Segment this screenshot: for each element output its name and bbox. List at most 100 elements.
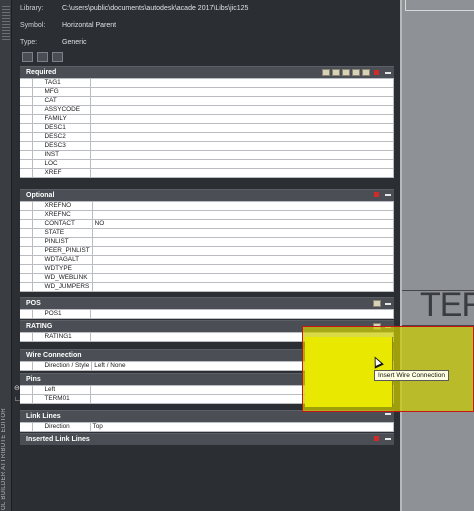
attribute-value-cell[interactable] [89, 96, 394, 106]
attribute-value-cell[interactable] [91, 237, 395, 247]
attribute-value-cell[interactable] [89, 309, 394, 319]
attribute-name-cell[interactable]: RATING1 [31, 332, 91, 342]
attribute-name-cell[interactable]: DESC3 [31, 141, 91, 151]
table-row[interactable]: WD_JUMPERS [20, 282, 395, 292]
attribute-value-cell[interactable] [91, 282, 395, 292]
table-row[interactable]: POS1 [20, 309, 394, 319]
attribute-name-cell[interactable]: WD_JUMPERS [31, 282, 93, 292]
pin-bracket-icon[interactable]: ∟ [14, 395, 21, 404]
symbol-tool-icon[interactable] [37, 52, 48, 62]
attribute-name-cell[interactable]: DESC2 [31, 132, 91, 142]
attribute-value-cell[interactable] [89, 105, 394, 115]
inserted-link-lines-header[interactable]: Inserted Link Lines [20, 433, 394, 445]
drawing-canvas[interactable]: TER [400, 0, 474, 511]
delete-icon[interactable] [374, 70, 379, 75]
collapse-icon[interactable] [385, 437, 391, 440]
settings-tool-icon[interactable] [52, 52, 63, 62]
attribute-name-cell[interactable]: DESC1 [31, 123, 91, 133]
attribute-name-cell[interactable]: POS1 [31, 309, 91, 319]
attribute-name-cell[interactable]: Direction [31, 422, 91, 432]
attribute-value-cell[interactable] [91, 273, 395, 283]
row-gutter [20, 210, 33, 220]
table-row[interactable]: CAT [20, 96, 394, 106]
table-row[interactable]: PINLIST [20, 237, 395, 247]
attribute-name-cell[interactable]: TAG1 [31, 78, 91, 88]
table-row[interactable]: DESC2 [20, 132, 394, 142]
attribute-name-cell[interactable]: TERM01 [31, 394, 91, 404]
table-row[interactable]: STATE [20, 228, 395, 238]
attribute-value-cell[interactable] [91, 210, 395, 220]
attribute-value-cell[interactable] [91, 264, 395, 274]
table-row[interactable]: Direction Top [20, 422, 394, 432]
table-row[interactable]: CONTACT NO [20, 219, 395, 229]
table-row[interactable]: FAMILY [20, 114, 394, 124]
attribute-tool-icon[interactable] [22, 52, 33, 62]
pin-circle-icon[interactable]: ⊖ [14, 384, 21, 393]
optional-header[interactable]: Optional [20, 189, 394, 201]
table-row[interactable]: WDTYPE [20, 264, 395, 274]
table-row[interactable]: DESC3 [20, 141, 394, 151]
attribute-name-cell[interactable]: CONTACT [31, 219, 93, 229]
attribute-value-cell[interactable] [91, 246, 395, 256]
table-row[interactable]: ASSYCODE [20, 105, 394, 115]
table-row[interactable]: MFG [20, 87, 394, 97]
delete-icon[interactable] [374, 192, 379, 197]
insert-attribute-4-icon[interactable] [352, 69, 360, 76]
attribute-value-cell[interactable] [89, 132, 394, 142]
attribute-name-cell[interactable]: WD_WEBLINK [31, 273, 93, 283]
attribute-name-cell[interactable]: INST [31, 150, 91, 160]
collapse-icon[interactable] [385, 193, 391, 196]
table-row[interactable]: DESC1 [20, 123, 394, 133]
attribute-name-cell[interactable]: WDTAGALT [31, 255, 93, 265]
collapse-icon[interactable] [385, 71, 391, 74]
attribute-value-cell[interactable] [91, 228, 395, 238]
table-row[interactable]: XREF [20, 168, 394, 178]
side-panel-strip[interactable]: OL BUILDER ATTRIBUTE EDITOR [0, 0, 12, 511]
collapse-icon[interactable] [385, 413, 391, 415]
attribute-name-cell[interactable]: MFG [31, 87, 91, 97]
attribute-value-cell[interactable] [89, 114, 394, 124]
insert-attribute-2-icon[interactable] [332, 69, 340, 76]
table-row[interactable]: INST [20, 150, 394, 160]
delete-icon[interactable] [374, 436, 379, 441]
insert-attribute-icon[interactable] [322, 69, 330, 76]
attribute-name-cell[interactable]: PEER_PINLIST [31, 246, 93, 256]
table-row[interactable]: LOC [20, 159, 394, 169]
table-row[interactable]: XREFNO [20, 201, 395, 211]
attribute-value-cell[interactable] [89, 123, 394, 133]
insert-attribute-5-icon[interactable] [362, 69, 370, 76]
table-row[interactable]: WDTAGALT [20, 255, 395, 265]
attribute-name-cell[interactable]: Direction / Style [31, 361, 93, 371]
attribute-value-cell[interactable] [91, 201, 395, 211]
attribute-value-cell[interactable] [89, 87, 394, 97]
attribute-value-cell[interactable] [89, 150, 394, 160]
attribute-name-cell[interactable]: ASSYCODE [31, 105, 91, 115]
attribute-value-cell[interactable]: NO [91, 219, 395, 229]
attribute-name-cell[interactable]: XREFNO [31, 201, 93, 211]
attribute-value-cell[interactable] [91, 255, 395, 265]
required-header[interactable]: Required [20, 66, 394, 78]
attribute-value-cell[interactable] [89, 159, 394, 169]
attribute-name-cell[interactable]: FAMILY [31, 114, 91, 124]
table-row[interactable]: XREFNC [20, 210, 395, 220]
attribute-value-cell[interactable]: Top [89, 422, 394, 432]
insert-attribute-icon[interactable] [373, 300, 381, 307]
attribute-name-cell[interactable]: PINLIST [31, 237, 93, 247]
attribute-name-cell[interactable]: XREF [31, 168, 91, 178]
attribute-name-cell[interactable]: XREFNC [31, 210, 93, 220]
attribute-name-cell[interactable]: CAT [31, 96, 91, 106]
attribute-value-cell[interactable] [89, 141, 394, 151]
collapse-icon[interactable] [385, 302, 391, 305]
pos-header[interactable]: POS [20, 297, 394, 309]
attribute-name-cell[interactable]: STATE [31, 228, 93, 238]
attribute-value-cell[interactable] [89, 168, 394, 178]
table-row[interactable]: WD_WEBLINK [20, 273, 395, 283]
attribute-name-cell[interactable]: LOC [31, 159, 91, 169]
table-row[interactable]: TAG1 [20, 78, 394, 88]
insert-attribute-3-icon[interactable] [342, 69, 350, 76]
attribute-name-cell[interactable]: WDTYPE [31, 264, 93, 274]
grip-handle-icon[interactable] [2, 6, 10, 40]
table-row[interactable]: PEER_PINLIST [20, 246, 395, 256]
attribute-value-cell[interactable] [89, 78, 394, 88]
attribute-name-cell[interactable]: Left [31, 385, 91, 395]
